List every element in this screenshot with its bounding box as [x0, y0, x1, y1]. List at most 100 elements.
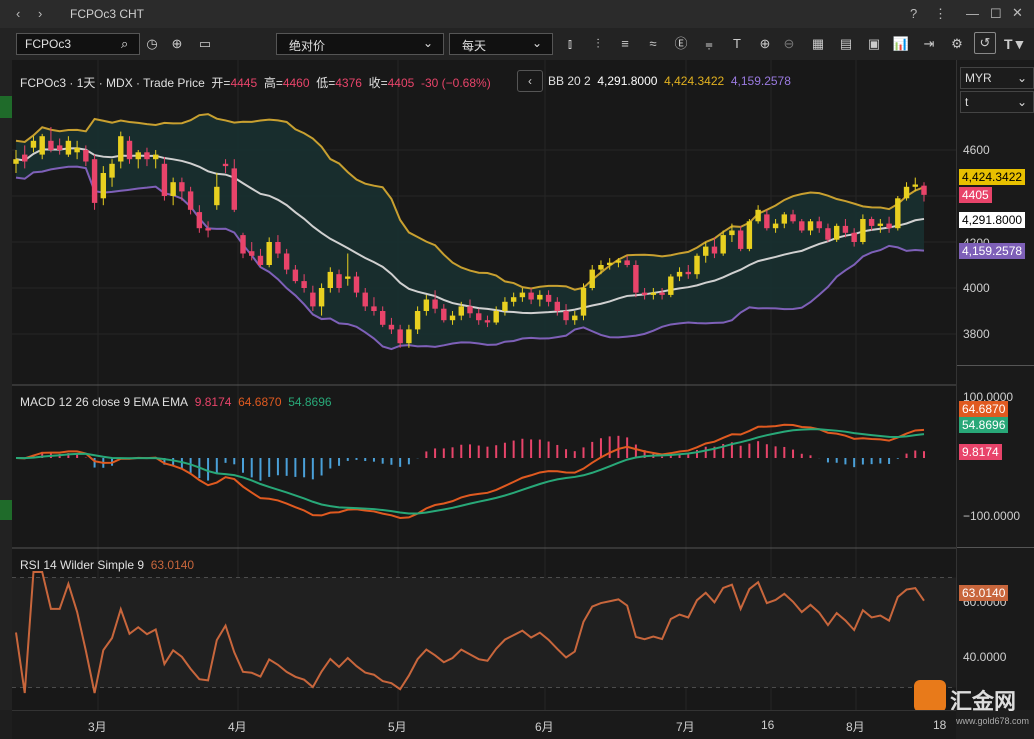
candle-body [668, 276, 674, 295]
bar-type-icon[interactable]: ⫶ [588, 34, 608, 54]
news-icon[interactable]: ▣ [864, 34, 884, 54]
candle-body [283, 253, 290, 270]
settings-icon[interactable]: ⚙ [947, 34, 967, 54]
text-tool-icon[interactable]: T [727, 34, 747, 54]
help-icon[interactable]: ? [910, 6, 917, 21]
time-label: 3月 [88, 720, 107, 734]
macd-signal-value: 54.8696 [288, 395, 332, 409]
candle-body [650, 292, 657, 295]
candle-body [275, 242, 281, 254]
time-label: 18 [933, 718, 947, 732]
legend-open-label: 开= [211, 76, 231, 90]
price-axis: MYR ⌄ t ⌄ 4600 4200 4000 3800 4,424.3422… [956, 60, 1034, 710]
candle-body [484, 320, 491, 323]
candle-body [222, 163, 229, 167]
panel-icon[interactable]: ▤ [836, 34, 856, 54]
legend-low: 4376 [335, 76, 362, 90]
candle-body [48, 140, 54, 150]
candle-body [109, 163, 115, 178]
candle-body [816, 221, 822, 229]
candle-body [685, 271, 691, 275]
legend-high-label: 高= [263, 76, 283, 90]
candle-body [580, 288, 587, 316]
price-mode-select[interactable]: 绝对价 ⌄ [276, 33, 444, 55]
candle-body [379, 311, 386, 325]
fib-icon[interactable]: ⩦ [699, 34, 719, 54]
close-icon[interactable]: ✕ [1012, 5, 1023, 21]
symbol-search[interactable]: FCPOc3 ⌕ [16, 33, 140, 55]
add-icon[interactable]: ⊕ [167, 34, 187, 54]
chart-area[interactable]: FCPOc3 · 1天 · MDX · Trade Price 开=4445 高… [12, 60, 956, 712]
candle-body [214, 186, 220, 206]
candle-body [641, 292, 648, 295]
candle-body [720, 235, 726, 254]
refresh-icon[interactable]: ↺ [974, 32, 996, 54]
legend-period: 1天 [76, 76, 96, 90]
candle-body [563, 311, 569, 321]
candle-body [676, 271, 683, 277]
price-tick: 4600 [963, 143, 990, 157]
candle-body [554, 301, 561, 311]
watermark-logo [914, 680, 946, 712]
list-icon[interactable]: ≡ [615, 34, 635, 54]
zoom-in-icon[interactable]: ⊕ [755, 34, 775, 54]
candle-body [118, 136, 124, 162]
left-edge [0, 60, 12, 710]
rsi-label: RSI 14 Wilder Simple 9 [20, 558, 145, 572]
zoom-out-icon[interactable]: ⊖ [779, 34, 799, 54]
candle-body [161, 163, 168, 196]
candle-body [318, 288, 325, 307]
symbol-input[interactable]: FCPOc3 [25, 37, 71, 51]
candle-body [292, 269, 299, 282]
last-price-tag: 4405 [959, 187, 992, 203]
forward-icon[interactable]: › [38, 6, 42, 21]
candle-body [100, 173, 107, 199]
price-tick: 3800 [963, 327, 990, 341]
watermark-text: 汇金网 [950, 689, 1017, 714]
interval-value: 每天 [462, 39, 487, 53]
candle-body [868, 219, 875, 226]
candle-body [659, 292, 665, 295]
wave-icon[interactable]: ≈ [643, 34, 663, 54]
unit-select[interactable]: t ⌄ [960, 91, 1034, 113]
candle-body [240, 235, 246, 254]
minimize-icon[interactable]: — [966, 6, 979, 21]
legend-high: 4460 [282, 76, 310, 90]
time-label: 5月 [388, 720, 407, 734]
macd-tick: −100.0000 [963, 509, 1021, 523]
chart-svg [12, 60, 956, 710]
candle-body [606, 262, 613, 265]
share-icon[interactable]: ⇥ [919, 34, 939, 54]
time-label: 16 [761, 718, 775, 732]
interval-select[interactable]: 每天 ⌄ [449, 33, 553, 55]
legend-close-label: 收= [368, 76, 388, 90]
search-icon[interactable]: ⌕ [121, 36, 128, 52]
clock-icon[interactable]: ◷ [142, 34, 162, 54]
time-label: 6月 [535, 720, 554, 734]
candle-type-icon[interactable]: ⫾ [560, 34, 580, 54]
window-title: FCPOc3 CHT [70, 7, 145, 21]
candle-body [144, 152, 150, 160]
price-tick: 4000 [963, 281, 990, 295]
candle-body [842, 225, 849, 233]
collapse-legend-button[interactable]: ‹ [517, 70, 543, 92]
bb-mid-tag: 4,291.8000 [959, 212, 1026, 228]
candle-body [502, 301, 508, 311]
legend-symbol: FCPOc3 [20, 76, 67, 90]
candle-body [729, 230, 735, 236]
event-icon[interactable]: Ⓔ [671, 34, 691, 54]
price-mode-value: 绝对价 [289, 39, 326, 53]
candle-body [711, 246, 718, 254]
indicator-icon[interactable]: 📊 [891, 34, 911, 54]
currency-select[interactable]: MYR ⌄ [960, 67, 1034, 89]
candle-body [336, 274, 342, 288]
unit-value: t [965, 95, 969, 109]
more-icon[interactable]: ⋮ [934, 6, 947, 22]
maximize-icon[interactable]: ☐ [990, 6, 1002, 22]
folder-icon[interactable]: ▭ [195, 34, 215, 54]
back-icon[interactable]: ‹ [16, 6, 20, 21]
table-icon[interactable]: ▦ [808, 34, 828, 54]
rsi-value: 63.0140 [150, 558, 195, 572]
title-bar: ‹ › FCPOc3 CHT ? ⋮ — ☐ ✕ [0, 0, 1034, 28]
candle-body [362, 292, 368, 307]
